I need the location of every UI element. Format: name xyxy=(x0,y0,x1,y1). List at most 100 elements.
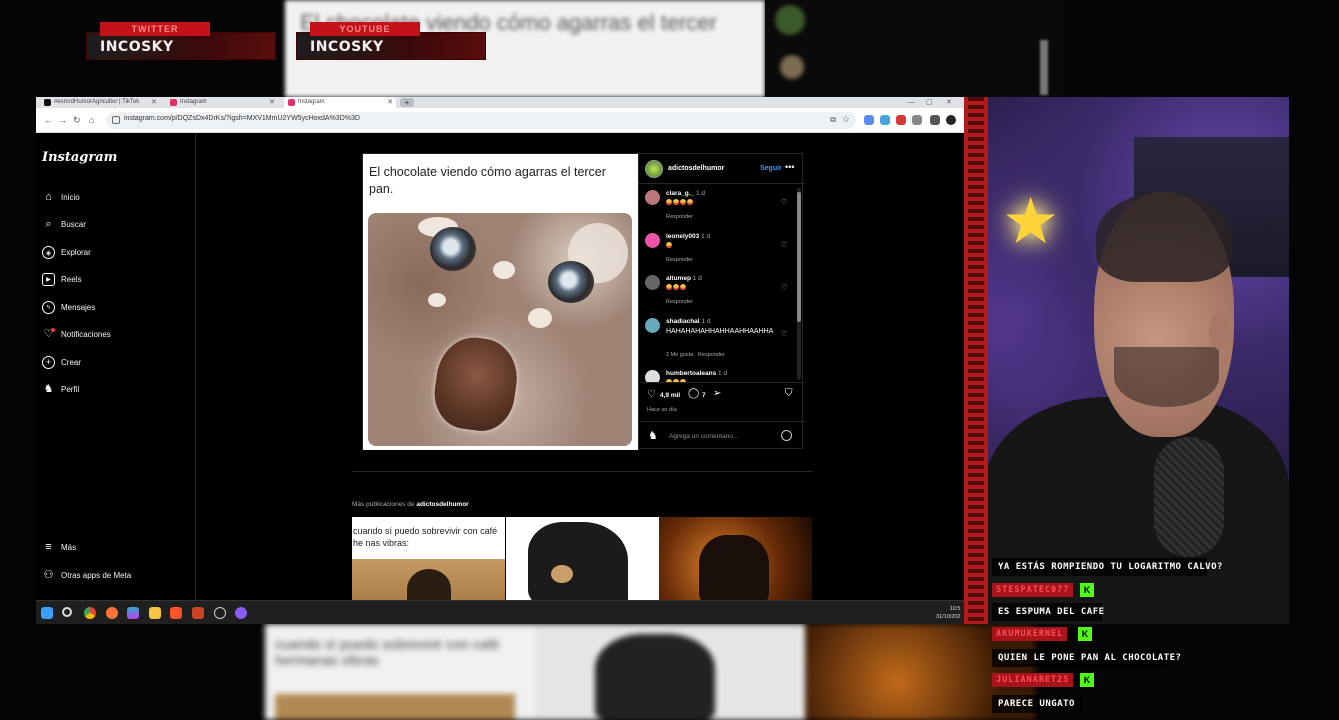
new-tab-button[interactable]: + xyxy=(400,98,414,107)
post-caption: El chocolate viendo cómo agarras el terc… xyxy=(369,165,606,196)
file-explorer-icon[interactable] xyxy=(149,607,161,619)
copilot-icon[interactable] xyxy=(127,607,139,619)
sidebar-icon[interactable] xyxy=(930,115,940,125)
like-icon[interactable]: ♡ xyxy=(647,389,656,400)
app-icon[interactable] xyxy=(235,607,247,619)
comment-user[interactable]: leonely003 1 d xyxy=(666,233,710,240)
reply-link[interactable]: Responder xyxy=(666,257,693,263)
post-card: El chocolate viendo cómo agarras el terc… xyxy=(362,153,805,450)
search-icon[interactable] xyxy=(62,607,72,617)
profile-icon: ♞ xyxy=(43,383,54,395)
firefox-icon[interactable] xyxy=(106,607,118,619)
taskbar-clock[interactable]: 10:5 31/10/202 xyxy=(936,605,960,621)
sidebar-item-label: Inicio xyxy=(61,193,80,202)
more-post-thumbnail[interactable]: cuando sí puedo sobrevivir con café he n… xyxy=(352,517,505,607)
chat-message: QUIEN LE PONE PAN AL CHOCOLATE? xyxy=(992,649,1181,667)
sidebar-item-label: Explorar xyxy=(61,248,91,257)
banner-name: INCOSKY xyxy=(100,39,174,55)
commenter-avatar[interactable] xyxy=(645,318,660,333)
tab-instagram[interactable]: Instagram ✕ xyxy=(166,97,278,108)
commenter-avatar[interactable] xyxy=(645,233,660,248)
tab-tiktok[interactable]: #esmrdHumorAgricultor | TikTok ✕ xyxy=(40,97,160,108)
close-window-button[interactable]: ✕ xyxy=(946,97,952,108)
reply-link[interactable]: Responder xyxy=(666,214,693,220)
more-posts-heading: Más publicaciones de adictosdelhumor xyxy=(352,501,469,508)
start-icon[interactable] xyxy=(41,607,53,619)
sidebar-item-mensajes[interactable]: ϟ Mensajes xyxy=(42,301,192,315)
commenter-avatar[interactable] xyxy=(645,190,660,205)
kick-icon: K xyxy=(1080,583,1094,597)
commenter-avatar[interactable] xyxy=(645,370,660,382)
sidebar-item-explorar[interactable]: ◈ Explorar xyxy=(42,246,192,260)
extension-icon[interactable] xyxy=(896,115,906,125)
comment-emojis xyxy=(666,284,781,293)
minimize-button[interactable]: — xyxy=(908,97,915,108)
reply-link[interactable]: Responder xyxy=(698,352,725,358)
more-post-thumbnail[interactable] xyxy=(506,517,659,607)
sidebar-item-label: Perfil xyxy=(61,385,80,394)
sidebar-item-inicio[interactable]: ⌂ Inicio xyxy=(42,191,192,205)
profile-avatar-icon[interactable] xyxy=(946,115,956,125)
more-post-thumbnail[interactable] xyxy=(659,517,812,607)
comment-user[interactable]: clara_g._ 1 d xyxy=(666,190,705,197)
close-icon[interactable]: ✕ xyxy=(269,97,275,108)
home-icon[interactable]: ⌂ xyxy=(89,115,94,125)
comments-scrollbar[interactable] xyxy=(797,188,801,380)
comment-user[interactable]: shadiachal 1 d xyxy=(666,318,710,325)
emoji-icon[interactable] xyxy=(781,430,792,441)
heart-icon[interactable]: ♡ xyxy=(781,198,787,206)
brave-icon[interactable] xyxy=(170,607,182,619)
commenter-avatar[interactable] xyxy=(645,275,660,290)
sidebar-item-buscar[interactable]: ⌕ Buscar xyxy=(42,218,192,232)
comment-user[interactable]: humbertoaleans 1 d xyxy=(666,370,727,377)
section-divider xyxy=(352,471,813,472)
reload-icon[interactable]: ↻ xyxy=(73,115,81,126)
sidebar-item-perfil[interactable]: ♞ Perfil xyxy=(42,383,192,397)
chrome-icon[interactable] xyxy=(84,607,96,619)
app-icon[interactable] xyxy=(214,607,226,619)
app-icon[interactable] xyxy=(192,607,204,619)
heart-icon[interactable]: ♡ xyxy=(781,330,787,338)
sidebar-item-crear[interactable]: + Crear xyxy=(42,356,192,370)
close-icon[interactable]: ✕ xyxy=(151,97,157,108)
install-icon[interactable]: ⧉ xyxy=(830,115,836,125)
forward-icon[interactable]: → xyxy=(58,115,67,125)
close-icon[interactable]: ✕ xyxy=(387,97,393,108)
sidebar-item-meta-apps[interactable]: ⚇ Otras apps de Meta xyxy=(42,569,192,583)
save-icon[interactable]: ⛉ xyxy=(785,388,793,399)
reply-link[interactable]: Responder xyxy=(666,299,693,305)
more-options-button[interactable]: ••• xyxy=(785,162,794,172)
bookmark-star-icon[interactable]: ☆ xyxy=(842,114,850,125)
follow-button[interactable]: Seguir xyxy=(760,165,782,172)
heart-icon[interactable]: ♡ xyxy=(781,283,787,291)
comment-icon[interactable]: ◯ xyxy=(688,388,699,399)
chat-message: ES ESPUMA DEL CAFE xyxy=(992,603,1104,621)
heart-icon[interactable]: ♡ xyxy=(781,241,787,249)
sidebar-item-label: Reels xyxy=(61,275,82,284)
back-icon[interactable]: ← xyxy=(44,115,53,125)
comment-input[interactable]: Agrega un comentario... xyxy=(669,433,738,440)
author-avatar[interactable] xyxy=(645,160,663,178)
extensions-puzzle-icon[interactable] xyxy=(912,115,922,125)
tab-label: Instagram xyxy=(298,99,325,105)
meta-apps-icon: ⚇ xyxy=(43,569,54,581)
share-icon[interactable]: ➢ xyxy=(713,388,721,399)
search-icon: ⌕ xyxy=(45,218,52,230)
post-image: El chocolate viendo cómo agarras el terc… xyxy=(363,154,638,450)
site-info-icon[interactable] xyxy=(112,116,120,124)
more-posts-author[interactable]: adictosdelhumor xyxy=(416,501,468,508)
comment-user[interactable]: altumep 1 d xyxy=(666,275,702,282)
post-time: Hace un día xyxy=(647,407,677,413)
tab-instagram-active[interactable]: Instagram ✕ xyxy=(284,97,396,108)
menu-icon: ≡ xyxy=(45,541,52,553)
extension-icon[interactable] xyxy=(880,115,890,125)
extension-icon[interactable] xyxy=(864,115,874,125)
maximize-button[interactable]: ▢ xyxy=(926,97,933,108)
sidebar-item-notificaciones[interactable]: ♡ Notificaciones xyxy=(42,328,192,342)
sidebar-item-reels[interactable]: ▶ Reels xyxy=(42,273,192,287)
sidebar-item-mas[interactable]: ≡ Más xyxy=(42,541,192,555)
instagram-logo[interactable]: Instagram xyxy=(42,150,117,165)
sidebar-item-label: Buscar xyxy=(61,220,86,229)
author-username[interactable]: adictosdelhumor xyxy=(668,165,724,172)
url-field[interactable]: instagram.com/p/DQZsDx4DrKs/?igsh=MXV1Mm… xyxy=(106,112,856,129)
